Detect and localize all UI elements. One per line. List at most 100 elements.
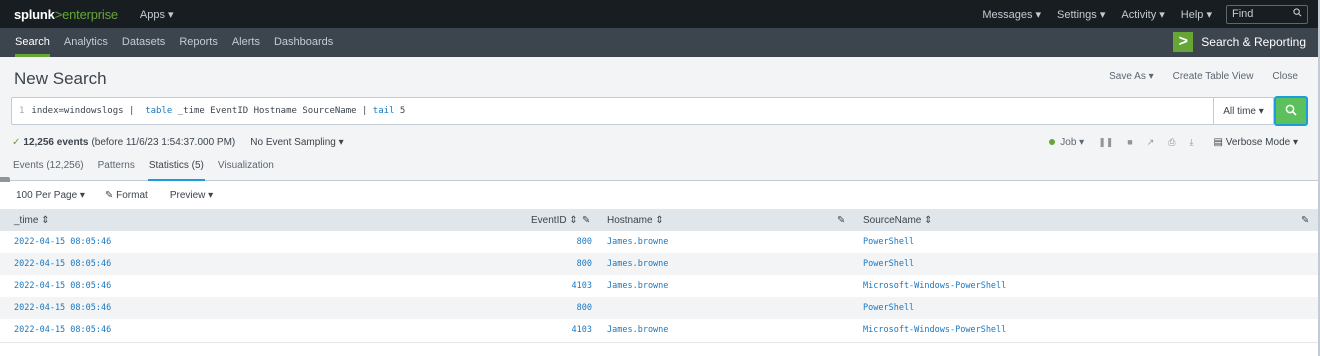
brand-prefix: splunk <box>14 6 55 22</box>
search-button[interactable] <box>1274 96 1308 126</box>
tab-patterns[interactable]: Patterns <box>98 160 135 180</box>
app-logo-icon: > <box>1173 32 1194 52</box>
results-table: _time ⇕ EventID ⇕ ✎ Hostname ⇕ ✎ SourceN… <box>0 209 1320 341</box>
job-controls: Job ▾ ❚❚ ■ ↗ ⎙ ⤓ ▤ Verbose Mode ▾ <box>1049 130 1298 154</box>
cell-eventid[interactable]: 800 <box>577 253 592 275</box>
search-icon <box>1293 8 1302 20</box>
cell-sourcename[interactable]: Microsoft-Windows-PowerShell <box>863 319 1006 341</box>
settings-menu[interactable]: Settings ▾ <box>1057 8 1105 21</box>
app-bar: Search Analytics Datasets Reports Alerts… <box>0 28 1320 57</box>
preview-dropdown[interactable]: Preview ▾ <box>170 190 213 201</box>
results-tabs: Events (12,256) Patterns Statistics (5) … <box>0 154 1320 181</box>
table-row: 2022-04-15 08:05:46 800 James.browne Pow… <box>0 231 1320 253</box>
event-count: 12,256 events <box>23 136 89 148</box>
query-command-tail: tail <box>372 106 395 116</box>
help-menu[interactable]: Help ▾ <box>1181 8 1212 21</box>
search-mode-label: Verbose Mode ▾ <box>1225 136 1298 148</box>
table-row: 2022-04-15 08:05:46 800 James.browne Pow… <box>0 253 1320 275</box>
verbose-mode-icon: ▤ <box>1213 136 1223 148</box>
per-page-dropdown[interactable]: 100 Per Page ▾ <box>16 190 85 201</box>
cell-hostname[interactable]: James.browne <box>607 275 668 297</box>
app-title-text: Search & Reporting <box>1201 35 1306 49</box>
nav-datasets[interactable]: Datasets <box>122 28 165 57</box>
pencil-icon: ✎ <box>104 190 114 201</box>
nav-search[interactable]: Search <box>15 28 50 57</box>
activity-menu[interactable]: Activity ▾ <box>1121 8 1164 21</box>
search-mode-dropdown[interactable]: ▤ Verbose Mode ▾ <box>1213 137 1298 148</box>
print-icon[interactable]: ⎙ <box>1168 137 1175 148</box>
share-icon[interactable]: ↗ <box>1147 137 1155 148</box>
search-query-input[interactable]: 1 index=windowslogs | table _time EventI… <box>11 97 1214 125</box>
format-button[interactable]: ✎ Format <box>105 190 148 201</box>
find-input[interactable]: Find <box>1226 4 1308 24</box>
pencil-icon[interactable]: ✎ <box>582 209 590 231</box>
save-as-button[interactable]: Save As ▾ <box>1109 71 1154 82</box>
cell-sourcename[interactable]: PowerShell <box>863 253 914 275</box>
splunk-logo[interactable]: splunk>enterprise <box>14 7 118 22</box>
cell-sourcename[interactable]: PowerShell <box>863 297 914 319</box>
table-row: 2022-04-15 08:05:46 4103 James.browne Mi… <box>0 275 1320 297</box>
stop-icon[interactable]: ■ <box>1127 137 1132 147</box>
column-header-sourcename[interactable]: SourceName ⇕ <box>863 209 933 231</box>
brand-suffix: enterprise <box>62 6 118 22</box>
cell-time[interactable]: 2022-04-15 08:05:46 <box>14 297 111 319</box>
cell-eventid[interactable]: 800 <box>577 297 592 319</box>
cell-time[interactable]: 2022-04-15 08:05:46 <box>14 231 111 253</box>
cell-hostname[interactable]: James.browne <box>607 319 668 341</box>
nav-analytics[interactable]: Analytics <box>64 28 108 57</box>
query-command-table: table <box>145 106 173 116</box>
cell-sourcename[interactable]: PowerShell <box>863 231 914 253</box>
cell-hostname[interactable]: James.browne <box>607 231 668 253</box>
results-toolbar: 100 Per Page ▾ ✎ Format Preview ▾ <box>0 182 1320 209</box>
table-bottom-divider <box>0 342 1320 343</box>
top-right-menu: Messages ▾ Settings ▾ Activity ▾ Help ▾ … <box>966 0 1308 28</box>
pencil-icon[interactable]: ✎ <box>1301 209 1309 231</box>
cell-time[interactable]: 2022-04-15 08:05:46 <box>14 275 111 297</box>
time-range-picker[interactable]: All time ▾ <box>1214 97 1274 125</box>
tab-events[interactable]: Events (12,256) <box>13 160 84 180</box>
table-row: 2022-04-15 08:05:46 4103 James.browne Mi… <box>0 319 1320 341</box>
cell-sourcename[interactable]: Microsoft-Windows-PowerShell <box>863 275 1006 297</box>
pencil-icon[interactable]: ✎ <box>837 209 845 231</box>
create-table-view-button[interactable]: Create Table View <box>1173 71 1254 82</box>
close-button[interactable]: Close <box>1272 71 1298 82</box>
nav-alerts[interactable]: Alerts <box>232 28 260 57</box>
tab-visualization[interactable]: Visualization <box>218 160 274 180</box>
cell-time[interactable]: 2022-04-15 08:05:46 <box>14 253 111 275</box>
tab-statistics[interactable]: Statistics (5) <box>147 160 205 181</box>
page-title: New Search <box>14 69 107 88</box>
nav-dashboards[interactable]: Dashboards <box>274 28 333 57</box>
header-actions: Save As ▾ Create Table View Close <box>1090 71 1298 82</box>
app-title[interactable]: > Search & Reporting <box>1173 32 1306 52</box>
column-header-time[interactable]: _time ⇕ <box>14 209 50 231</box>
top-bar: splunk>enterprise Apps ▾ Messages ▾ Sett… <box>0 0 1320 28</box>
event-sampling-dropdown[interactable]: No Event Sampling ▾ <box>250 137 343 148</box>
nav-reports[interactable]: Reports <box>179 28 218 57</box>
format-label: Format <box>116 190 148 201</box>
apps-menu[interactable]: Apps ▾ <box>140 8 174 21</box>
check-icon: ✓ <box>12 136 21 148</box>
line-number: 1 <box>19 106 25 116</box>
query-text-1: index=windowslogs | <box>31 106 146 116</box>
event-summary: ✓ 12,256 events (before 11/6/23 1:54:37.… <box>12 137 344 148</box>
search-bar-row: 1 index=windowslogs | table _time EventI… <box>0 93 1320 130</box>
column-header-eventid[interactable]: EventID ⇕ <box>531 209 578 231</box>
pause-icon[interactable]: ❚❚ <box>1098 137 1113 148</box>
export-icon[interactable]: ⤓ <box>1189 137 1193 148</box>
find-placeholder: Find <box>1232 8 1254 20</box>
cell-eventid[interactable]: 800 <box>577 231 592 253</box>
search-icon <box>1285 104 1297 119</box>
search-status-row: ✓ 12,256 events (before 11/6/23 1:54:37.… <box>0 130 1320 154</box>
event-time-detail: (before 11/6/23 1:54:37.000 PM) <box>91 136 236 148</box>
column-header-hostname[interactable]: Hostname ⇕ <box>607 209 664 231</box>
query-text-2: _time EventID Hostname SourceName | <box>172 106 373 116</box>
query-text-3: 5 <box>394 106 406 116</box>
cell-time[interactable]: 2022-04-15 08:05:46 <box>14 319 111 341</box>
messages-menu[interactable]: Messages ▾ <box>982 8 1041 21</box>
cell-eventid[interactable]: 4103 <box>572 319 592 341</box>
job-menu[interactable]: Job ▾ <box>1060 137 1084 148</box>
job-status-dot <box>1049 139 1056 145</box>
cell-eventid[interactable]: 4103 <box>572 275 592 297</box>
cell-hostname[interactable]: James.browne <box>607 253 668 275</box>
brand-gt: > <box>54 6 63 22</box>
